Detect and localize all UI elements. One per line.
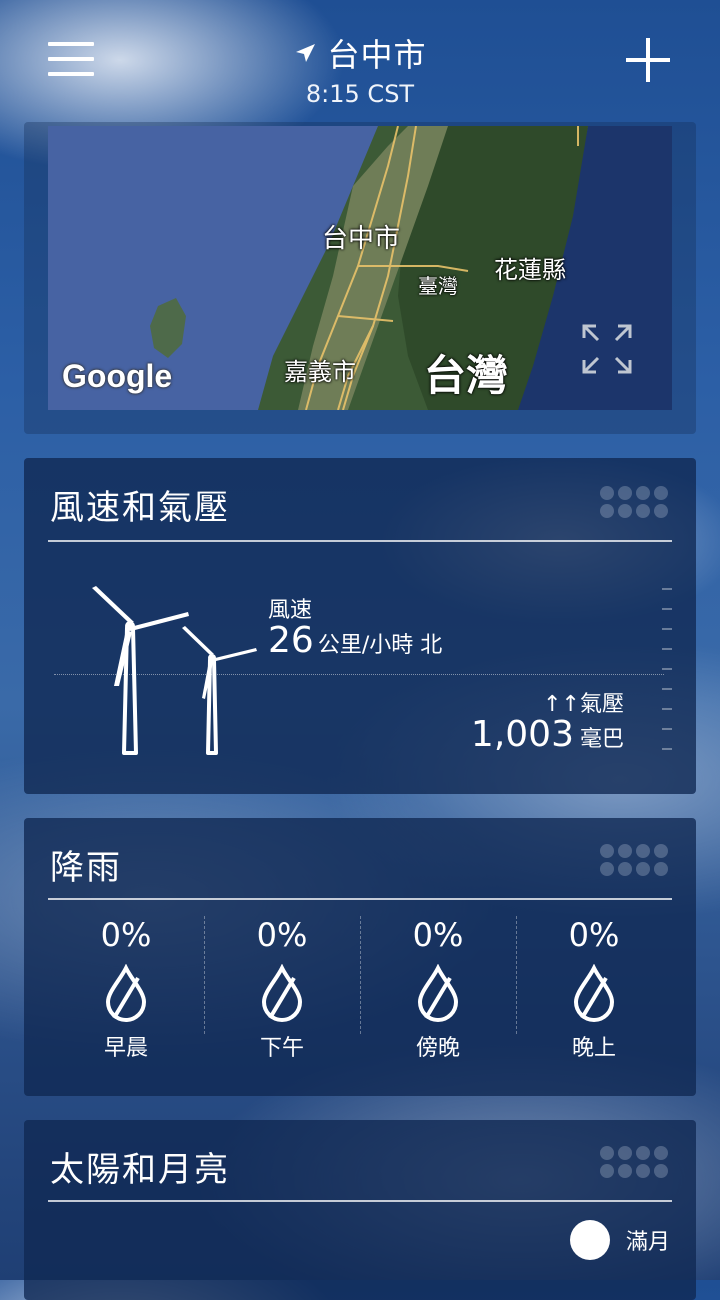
- map-label-chiayi: 嘉義市: [284, 358, 356, 386]
- wind-card-title: 風速和氣壓: [50, 488, 230, 528]
- rain-percent: 0%: [412, 916, 464, 954]
- wind-speed-unit: 公里/小時 北: [317, 633, 443, 658]
- rain-percent: 0%: [256, 916, 308, 954]
- city-name: 台中市: [327, 36, 427, 74]
- location-arrow-icon: [296, 44, 316, 62]
- local-time: 8:15 CST: [305, 80, 415, 108]
- wind-speed-number: 26: [268, 620, 314, 661]
- rain-card-title: 降雨: [50, 848, 122, 888]
- expand-map-icon[interactable]: [580, 322, 634, 376]
- raindrop-icon: [417, 964, 459, 1022]
- wind-turbine-icon: [92, 586, 257, 755]
- map-card: 台中市 臺灣 花蓮縣 嘉義市 台灣 Google: [24, 122, 696, 434]
- rain-percent: 0%: [568, 916, 620, 954]
- rain-period-afternoon: 0% 下午: [204, 916, 360, 1066]
- precipitation-periods: 0% 早晨 0% 下午 0% 傍晚 0% 晚上: [48, 916, 672, 1066]
- location-title[interactable]: 台中市: [0, 30, 720, 76]
- satellite-map[interactable]: 台中市 臺灣 花蓮縣 嘉義市 台灣 Google: [48, 126, 672, 410]
- moon-phase-label: 滿月: [625, 1230, 670, 1255]
- map-label-taiwan-small: 臺灣: [418, 274, 458, 298]
- rain-period-night: 0% 晚上: [516, 916, 672, 1066]
- map-label-hualien: 花蓮縣: [494, 256, 566, 284]
- wind-pressure-card: 風速和氣壓 風速 26 公里/小時 北 ↑↑氣壓 1,003 毫巴: [24, 458, 696, 794]
- card-dots-decoration: [600, 1142, 672, 1182]
- pressure-value: 1,003 毫巴: [471, 714, 624, 755]
- rain-period-evening: 0% 傍晚: [360, 916, 516, 1066]
- sun-moon-card: 太陽和月亮 滿月: [24, 1120, 696, 1300]
- rain-period-morning: 0% 早晨: [48, 916, 204, 1066]
- rain-period-label: 晚上: [571, 1036, 616, 1061]
- full-moon-icon: [570, 1220, 610, 1260]
- rain-period-label: 下午: [259, 1036, 304, 1061]
- rain-period-label: 早晨: [103, 1036, 148, 1061]
- rain-percent: 0%: [100, 916, 152, 954]
- map-label-taichung: 台中市: [322, 224, 401, 254]
- wind-speed-value: 26 公里/小時 北: [268, 620, 442, 661]
- map-label-taiwan-big: 台灣: [424, 351, 509, 400]
- app-header: 台中市 8:15 CST: [0, 0, 720, 120]
- pressure-scale: [662, 588, 672, 758]
- sun-moon-card-divider: [48, 1200, 672, 1202]
- raindrop-icon: [261, 964, 303, 1022]
- google-logo: Google: [62, 358, 173, 394]
- raindrop-icon: [573, 964, 615, 1022]
- raindrop-icon: [105, 964, 147, 1022]
- pressure-number: 1,003: [470, 714, 574, 755]
- add-location-icon[interactable]: [626, 38, 670, 82]
- pressure-unit: 毫巴: [579, 727, 624, 752]
- chart-baseline: [54, 674, 664, 675]
- sun-moon-card-title: 太陽和月亮: [50, 1150, 230, 1190]
- card-dots-decoration: [600, 482, 672, 522]
- rain-card-divider: [48, 898, 672, 900]
- wind-card-divider: [48, 540, 672, 542]
- card-dots-decoration: [600, 840, 672, 880]
- rain-period-label: 傍晚: [415, 1036, 460, 1061]
- precipitation-card: 降雨 0% 早晨 0% 下午 0% 傍晚 0% 晚上: [24, 818, 696, 1096]
